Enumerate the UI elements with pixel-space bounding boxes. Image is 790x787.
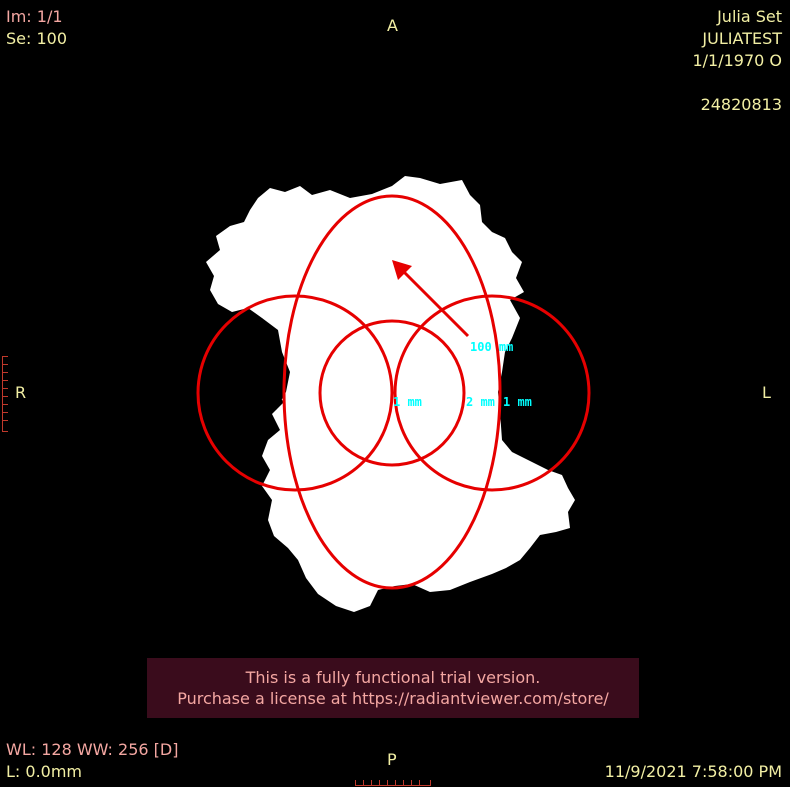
orientation-left: R <box>15 383 27 402</box>
vertical-scale-ruler <box>2 356 9 432</box>
study-date: 1/1/1970 O <box>692 51 782 70</box>
arrow-measure-label: 100 mm <box>470 340 513 354</box>
right-circle-measure-label: 1 mm <box>503 395 532 409</box>
accession-number: 24820813 <box>700 95 782 114</box>
image-index: Im: 1/1 <box>6 7 63 26</box>
slice-location: L: 0.0mm <box>6 762 83 781</box>
horizontal-scale-ruler <box>355 779 431 786</box>
patient-id: JULIATEST <box>702 29 782 48</box>
window-level: WL: 128 WW: 256 [D] <box>6 740 179 759</box>
orientation-top: A <box>387 16 398 35</box>
acquisition-datetime: 11/9/2021 7:58:00 PM <box>604 762 782 781</box>
mid-circle-measure-label: 2 mm <box>466 395 495 409</box>
series-number: Se: 100 <box>6 29 68 48</box>
trial-version-banner: This is a fully functional trial version… <box>147 658 639 718</box>
trial-banner-line1: This is a fully functional trial version… <box>245 668 541 687</box>
center-circle-measure-label: 1 mm <box>393 395 422 409</box>
orientation-bottom: P <box>387 750 397 769</box>
orientation-right: L <box>762 383 771 402</box>
trial-banner-line2[interactable]: Purchase a license at https://radiantvie… <box>147 688 639 709</box>
study-description: Julia Set <box>717 7 782 26</box>
